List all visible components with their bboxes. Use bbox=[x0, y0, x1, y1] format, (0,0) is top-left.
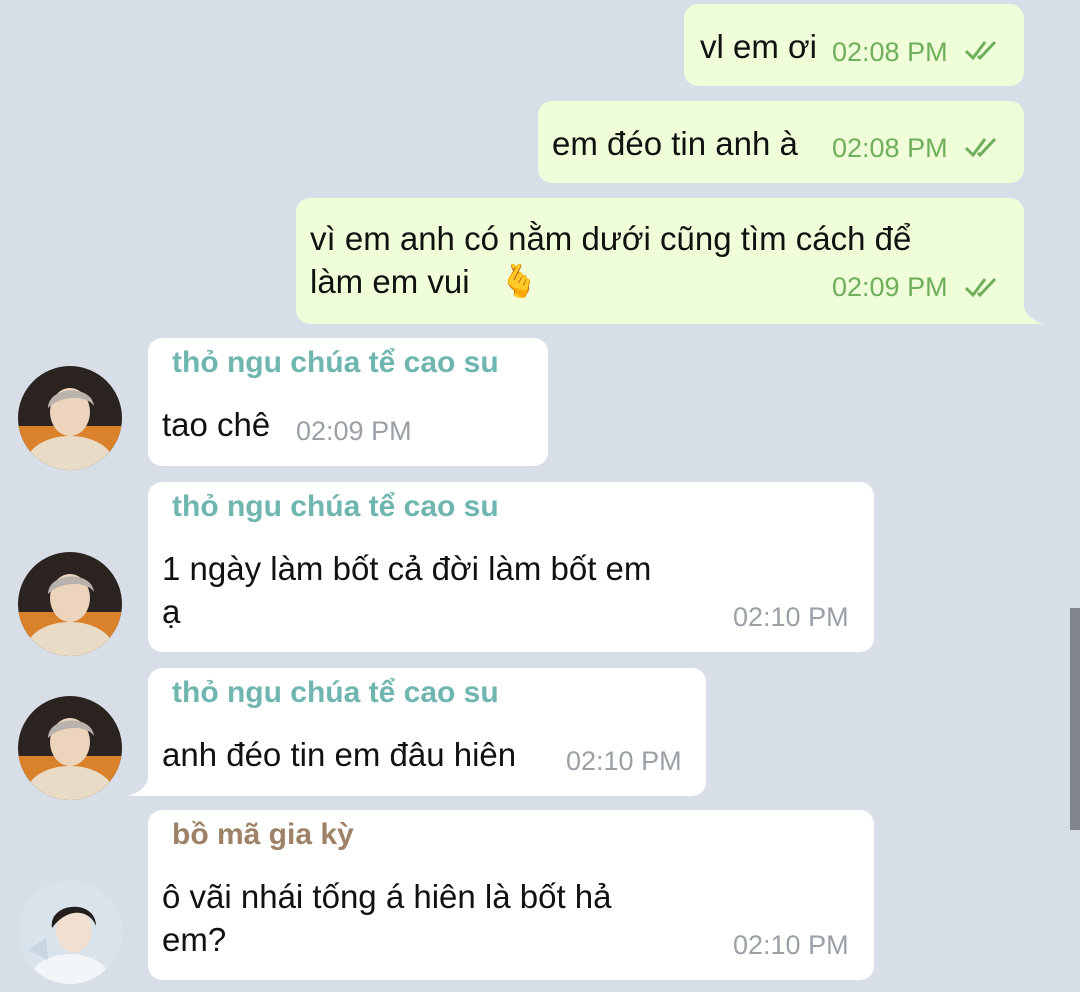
message-text: em đéo tin anh à bbox=[552, 125, 798, 162]
user-avatar[interactable] bbox=[18, 552, 122, 656]
double-check-icon bbox=[964, 137, 997, 158]
message-time: 02:10 PM bbox=[733, 930, 849, 960]
message-text: tao chê bbox=[162, 406, 271, 443]
pinch-hand-emoji: 🫰 bbox=[499, 263, 539, 299]
sender-name: thỏ ngu chúa tể cao su bbox=[172, 346, 499, 379]
scrollbar[interactable] bbox=[1070, 608, 1080, 830]
outgoing-message[interactable]: vì em anh có nằm dưới cũng tìm cách để l… bbox=[296, 198, 1024, 324]
user-avatar[interactable] bbox=[18, 366, 122, 470]
sender-name: thỏ ngu chúa tể cao su bbox=[172, 676, 499, 709]
message-text-line: vì em anh có nằm dưới cũng tìm cách để bbox=[310, 220, 912, 257]
sender-name: thỏ ngu chúa tể cao su bbox=[172, 490, 499, 523]
incoming-message[interactable]: thỏ ngu chúa tể cao su tao chê 02:09 PM bbox=[148, 338, 548, 466]
message-text-line: em? bbox=[162, 921, 227, 958]
outgoing-message[interactable]: em đéo tin anh à 02:08 PM bbox=[538, 101, 1024, 183]
message-text-line: 1 ngày làm bốt cả đời làm bốt em bbox=[162, 550, 652, 587]
outgoing-message[interactable]: vl em ơi 02:08 PM bbox=[684, 4, 1024, 86]
sender-name: bồ mã gia kỳ bbox=[172, 818, 354, 851]
incoming-message[interactable]: thỏ ngu chúa tể cao su anh đéo tin em đâ… bbox=[148, 668, 706, 796]
message-text-line: ạ bbox=[162, 593, 181, 630]
message-time: 02:08 PM bbox=[832, 37, 948, 67]
user-avatar[interactable] bbox=[18, 696, 122, 800]
user-avatar[interactable] bbox=[18, 880, 122, 984]
bubble-tail bbox=[1022, 300, 1044, 324]
message-time: 02:08 PM bbox=[832, 133, 948, 163]
incoming-message[interactable]: bồ mã gia kỳ ô vãi nhái tống á hiên là b… bbox=[148, 810, 874, 980]
message-text: anh đéo tin em đâu hiên bbox=[162, 736, 517, 773]
message-time: 02:10 PM bbox=[566, 746, 682, 776]
message-text-line: ô vãi nhái tống á hiên là bốt hả bbox=[162, 878, 612, 915]
message-time: 02:10 PM bbox=[733, 602, 849, 632]
incoming-message[interactable]: thỏ ngu chúa tể cao su 1 ngày làm bốt cả… bbox=[148, 482, 874, 652]
double-check-icon bbox=[964, 40, 997, 61]
message-text-line: làm em vui bbox=[310, 263, 470, 300]
message-text: vl em ơi bbox=[700, 28, 817, 65]
message-time: 02:09 PM bbox=[832, 272, 948, 302]
bubble-tail bbox=[128, 772, 150, 796]
message-time: 02:09 PM bbox=[296, 416, 412, 446]
double-check-icon bbox=[964, 277, 997, 298]
